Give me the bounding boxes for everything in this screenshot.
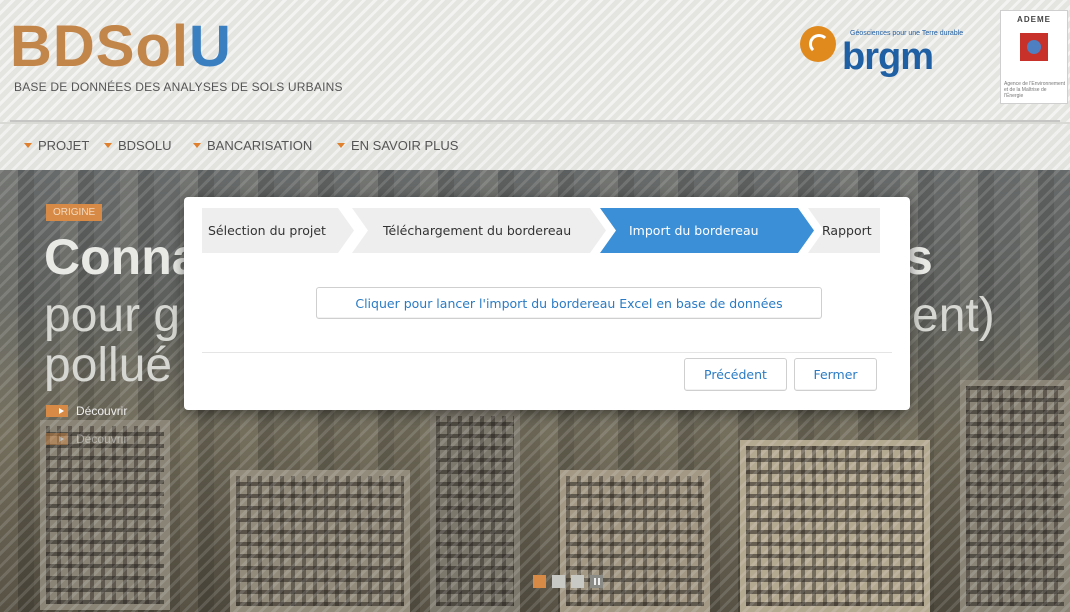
import-wizard-dialog: Sélection du projet Téléchargement du bo… bbox=[184, 197, 910, 410]
brgm-logo[interactable]: Géosciences pour une Terre durable brgm bbox=[800, 20, 980, 90]
close-button[interactable]: Fermer bbox=[794, 358, 877, 391]
wizard-step-2-label: Téléchargement du bordereau bbox=[382, 223, 571, 238]
ademe-logo[interactable]: ADEME Agence de l'Environnement et de la… bbox=[1000, 10, 1068, 104]
hero-discover-label: Découvrir bbox=[76, 432, 128, 446]
caret-down-icon bbox=[337, 143, 345, 148]
hero-title-line3: pollué bbox=[44, 339, 173, 392]
hero-category-badge: ORIGINE bbox=[46, 204, 103, 221]
ademe-emblem-icon bbox=[1020, 33, 1048, 61]
nav-item-bdsolu[interactable]: BDSOLU bbox=[104, 138, 171, 153]
background-building bbox=[40, 420, 170, 610]
play-arrow-icon bbox=[46, 433, 68, 445]
hero-discover-label: Découvrir bbox=[76, 404, 128, 418]
header-divider bbox=[10, 120, 1060, 122]
logo-text-part2: U bbox=[189, 14, 232, 79]
launch-import-button[interactable]: Cliquer pour lancer l'import du borderea… bbox=[316, 287, 822, 319]
background-building bbox=[560, 470, 710, 612]
slider-dot-3[interactable] bbox=[571, 575, 584, 588]
pause-icon[interactable] bbox=[590, 575, 603, 588]
wizard-step-4-label: Rapport bbox=[822, 223, 872, 238]
hero-title-line2-end: ent) bbox=[912, 289, 995, 342]
background-building bbox=[960, 380, 1070, 612]
slider-dot-1[interactable] bbox=[533, 575, 546, 588]
hero-discover-link-secondary[interactable]: Découvrir bbox=[46, 432, 127, 446]
modal-footer-divider bbox=[202, 352, 892, 353]
ademe-name: ADEME bbox=[1017, 15, 1051, 24]
background-building bbox=[230, 470, 410, 612]
caret-down-icon bbox=[193, 143, 201, 148]
wizard-step-1-label: Sélection du projet bbox=[208, 223, 326, 238]
site-subtitle: BASE DE DONNÉES DES ANALYSES DE SOLS URB… bbox=[14, 80, 343, 94]
nav-item-en-savoir-plus[interactable]: EN SAVOIR PLUS bbox=[337, 138, 458, 153]
wizard-step-3-label: Import du bordereau bbox=[629, 223, 759, 238]
nav-item-label: BDSOLU bbox=[118, 138, 172, 153]
brgm-logo-icon bbox=[800, 26, 836, 62]
nav-item-label: PROJET bbox=[38, 138, 90, 153]
slider-pagination bbox=[533, 575, 603, 588]
nav-item-projet[interactable]: PROJET bbox=[24, 138, 89, 153]
slider-dot-2[interactable] bbox=[552, 575, 565, 588]
ademe-tagline: Agence de l'Environnement et de la Maîtr… bbox=[1004, 81, 1065, 99]
background-building bbox=[430, 410, 520, 612]
hero-title-line1: Conna bbox=[44, 229, 200, 285]
main-nav: PROJET BDSOLU BANCARISATION EN SAVOIR PL… bbox=[0, 124, 1070, 170]
previous-button[interactable]: Précédent bbox=[684, 358, 787, 391]
caret-down-icon bbox=[104, 143, 112, 148]
site-logo[interactable]: BDSolU bbox=[10, 18, 232, 76]
nav-item-label: BANCARISATION bbox=[207, 138, 313, 153]
site-header: BDSolU BASE DE DONNÉES DES ANALYSES DE S… bbox=[0, 0, 1070, 122]
hero-discover-link[interactable]: Découvrir bbox=[46, 404, 127, 418]
wizard-steps: Sélection du projet Téléchargement du bo… bbox=[202, 208, 880, 253]
play-arrow-icon bbox=[46, 405, 68, 417]
caret-down-icon bbox=[24, 143, 32, 148]
background-building bbox=[740, 440, 930, 612]
logo-text-part1: BDSol bbox=[10, 14, 189, 79]
nav-item-bancarisation[interactable]: BANCARISATION bbox=[193, 138, 312, 153]
brgm-name: brgm bbox=[842, 36, 934, 78]
nav-item-label: EN SAVOIR PLUS bbox=[351, 138, 459, 153]
hero-title-line2: pour g bbox=[44, 289, 181, 342]
